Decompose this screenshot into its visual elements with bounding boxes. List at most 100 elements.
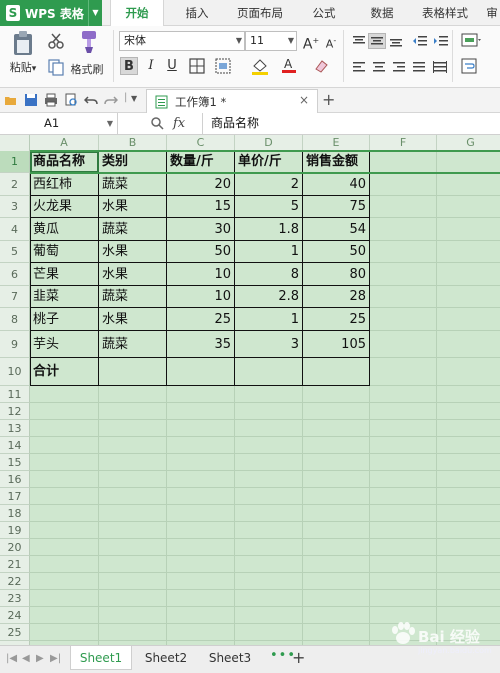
cell-c2[interactable]: 20: [167, 173, 235, 196]
cell-c4[interactable]: 30: [167, 218, 235, 241]
wrap-text-icon[interactable]: [460, 57, 478, 75]
select-all-corner[interactable]: [0, 135, 30, 151]
cell-e9[interactable]: 105: [303, 331, 370, 358]
cell-c7[interactable]: 10: [167, 286, 235, 308]
row-header-10[interactable]: 10: [0, 358, 30, 386]
print-icon[interactable]: [44, 93, 58, 107]
quick-access-dropdown-icon[interactable]: ▼: [131, 94, 137, 103]
cell-e5[interactable]: 50: [303, 241, 370, 263]
cell-e1[interactable]: 销售金额: [303, 151, 370, 173]
tab-insert[interactable]: 插入: [172, 0, 222, 26]
tab-formulas[interactable]: 公式: [302, 0, 346, 26]
zoom-icon[interactable]: [150, 116, 164, 130]
row-header-9[interactable]: 9: [0, 331, 30, 358]
cell-a9[interactable]: 芋头: [30, 331, 99, 358]
cell-b5[interactable]: 水果: [99, 241, 167, 263]
column-header-b[interactable]: B: [99, 135, 167, 151]
app-menu-button[interactable]: S WPS 表格 ▼: [0, 0, 102, 26]
cell-c9[interactable]: 35: [167, 331, 235, 358]
distributed-align-icon[interactable]: [432, 60, 448, 74]
app-menu-dropdown-icon[interactable]: ▼: [88, 0, 102, 26]
cell-b7[interactable]: 蔬菜: [99, 286, 167, 308]
cell-c5[interactable]: 50: [167, 241, 235, 263]
row-header-22[interactable]: 22: [0, 573, 30, 590]
first-sheet-icon[interactable]: |◀: [6, 653, 17, 664]
next-sheet-icon[interactable]: ▶: [36, 653, 44, 664]
row-header-15[interactable]: 15: [0, 454, 30, 471]
cell-b1[interactable]: 类别: [99, 151, 167, 173]
cell-d7[interactable]: 2.8: [235, 286, 303, 308]
row-header-14[interactable]: 14: [0, 437, 30, 454]
align-left-icon[interactable]: [351, 60, 367, 74]
cell-c6[interactable]: 10: [167, 263, 235, 286]
cell-a8[interactable]: 桃子: [30, 308, 99, 331]
cell-e8[interactable]: 25: [303, 308, 370, 331]
borders-icon[interactable]: [188, 57, 206, 75]
row-header-17[interactable]: 17: [0, 488, 30, 505]
print-preview-icon[interactable]: [64, 93, 78, 107]
column-header-c[interactable]: C: [167, 135, 235, 151]
document-tab[interactable]: 工作簿1 * ×: [146, 89, 318, 113]
tab-page-layout[interactable]: 页面布局: [228, 0, 292, 26]
row-header-21[interactable]: 21: [0, 556, 30, 573]
cell-d3[interactable]: 5: [235, 196, 303, 218]
row-header-24[interactable]: 24: [0, 607, 30, 624]
format-painter-button[interactable]: 格式刷: [67, 61, 107, 77]
cell-e2[interactable]: 40: [303, 173, 370, 196]
redo-icon[interactable]: [104, 93, 118, 107]
decrease-indent-icon[interactable]: [412, 34, 428, 48]
last-sheet-icon[interactable]: ▶|: [50, 653, 61, 664]
column-header-a[interactable]: A: [30, 135, 99, 151]
chevron-down-icon[interactable]: ▼: [107, 113, 113, 134]
cell-b9[interactable]: 蔬菜: [99, 331, 167, 358]
grow-font-button[interactable]: A+: [302, 32, 320, 53]
font-color-button[interactable]: A: [280, 56, 298, 74]
cell-b6[interactable]: 水果: [99, 263, 167, 286]
cell-a2[interactable]: 西红柿: [30, 173, 99, 196]
row-header-11[interactable]: 11: [0, 386, 30, 403]
row-header-2[interactable]: 2: [0, 173, 30, 196]
cell-d2[interactable]: 2: [235, 173, 303, 196]
column-header-g[interactable]: G: [437, 135, 500, 151]
cell-b8[interactable]: 水果: [99, 308, 167, 331]
insert-function-button[interactable]: fx: [173, 113, 185, 134]
tab-review[interactable]: 审: [484, 0, 500, 26]
cell-d4[interactable]: 1.8: [235, 218, 303, 241]
formula-input[interactable]: 商品名称: [202, 113, 500, 134]
row-header-8[interactable]: 8: [0, 308, 30, 331]
paste-dropdown-icon[interactable]: ▾: [32, 64, 37, 74]
add-sheet-button[interactable]: +: [292, 648, 305, 667]
align-middle-icon[interactable]: [368, 33, 386, 49]
merge-center-icon[interactable]: [460, 31, 482, 49]
row-header-1[interactable]: 1: [0, 151, 30, 173]
clear-format-icon[interactable]: [312, 57, 330, 75]
open-folder-icon[interactable]: [4, 93, 18, 107]
cell-a3[interactable]: 火龙果: [30, 196, 99, 218]
row-header-16[interactable]: 16: [0, 471, 30, 488]
align-right-icon[interactable]: [391, 60, 407, 74]
copy-icon[interactable]: [47, 58, 65, 76]
cell-a4[interactable]: 黄瓜: [30, 218, 99, 241]
cell-d1[interactable]: 单价/斤: [235, 151, 303, 173]
cell-e4[interactable]: 54: [303, 218, 370, 241]
cell-c8[interactable]: 25: [167, 308, 235, 331]
row-header-7[interactable]: 7: [0, 286, 30, 308]
cell-a6[interactable]: 芒果: [30, 263, 99, 286]
tab-data[interactable]: 数据: [362, 0, 402, 26]
font-size-select[interactable]: 11 ▼: [245, 31, 297, 51]
align-center-icon[interactable]: [371, 60, 387, 74]
cell-b2[interactable]: 蔬菜: [99, 173, 167, 196]
format-painter-icon[interactable]: [74, 30, 100, 54]
shrink-font-button[interactable]: A-: [322, 32, 340, 51]
column-header-d[interactable]: D: [235, 135, 303, 151]
cell-d8[interactable]: 1: [235, 308, 303, 331]
bold-button[interactable]: B: [120, 57, 138, 75]
row-header-20[interactable]: 20: [0, 539, 30, 556]
justify-icon[interactable]: [411, 60, 427, 74]
undo-icon[interactable]: [84, 93, 98, 107]
paste-button[interactable]: 粘贴▾: [6, 30, 40, 75]
row-header-23[interactable]: 23: [0, 590, 30, 607]
sheet-tab-3[interactable]: Sheet3: [200, 646, 260, 670]
underline-button[interactable]: U: [163, 57, 181, 75]
cell-e6[interactable]: 80: [303, 263, 370, 286]
